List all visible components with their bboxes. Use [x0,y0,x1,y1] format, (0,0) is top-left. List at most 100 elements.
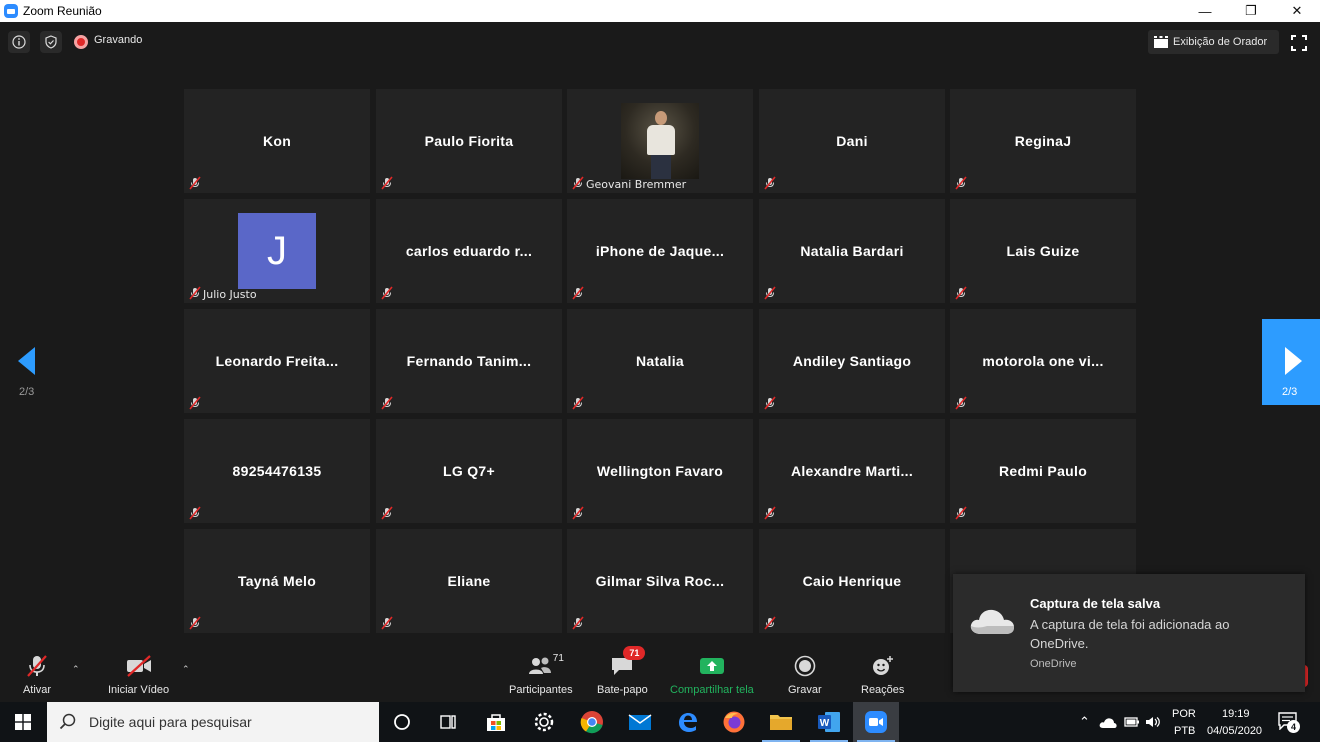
audio-options-caret-icon[interactable]: ⌃ [72,664,80,675]
record-button[interactable]: Gravar [788,652,822,696]
edge-button[interactable] [664,702,710,742]
word-button[interactable]: W [806,702,852,742]
settings-button[interactable] [521,702,567,742]
mail-icon [628,714,652,730]
store-button[interactable] [473,702,519,742]
minimize-button[interactable]: — [1182,0,1228,22]
action-center-button[interactable]: 4 [1278,712,1300,733]
volume-icon[interactable] [1145,715,1161,729]
reactions-label: Reações [861,684,905,696]
page-indicator-left: 2/3 [19,386,35,398]
screenshot-saved-toast[interactable]: Captura de tela salva A captura de tela … [953,574,1305,692]
folder-icon [770,715,792,730]
participant-name: Caio Henrique [802,573,902,589]
start-video-label: Iniciar Vídeo [108,684,170,696]
participant-tile[interactable]: Lais Guize [950,199,1136,303]
participant-tile[interactable]: Andiley Santiago [759,309,945,413]
cortana-button[interactable] [379,702,425,742]
participant-tile[interactable]: LG Q7+ [376,419,562,523]
participant-name: Geovani Bremmer [586,178,687,191]
zoom-taskbar-button[interactable] [853,702,899,742]
onedrive-tray-icon[interactable] [1099,716,1117,730]
participant-tile[interactable]: Dani [759,89,945,193]
participants-button[interactable]: 71 Participantes [509,652,573,696]
edge-icon [679,713,697,732]
file-explorer-button[interactable] [758,702,804,742]
close-button[interactable]: ✕ [1274,0,1320,22]
firefox-button[interactable] [711,702,757,742]
participant-tile[interactable]: motorola one vi... [950,309,1136,413]
next-page-button[interactable]: 2/3 [1262,319,1320,405]
taskbar-search-box[interactable]: Digite aqui para pesquisar [47,702,379,742]
participant-avatar: J [238,213,316,289]
participant-tile[interactable]: Gilmar Silva Roc... [567,529,753,633]
participant-tile[interactable]: ReginaJ [950,89,1136,193]
participant-tile[interactable]: Fernando Tanim... [376,309,562,413]
record-label: Gravar [788,684,822,696]
search-icon [59,713,76,730]
participant-tile[interactable]: Natalia [567,309,753,413]
task-view-button[interactable] [425,702,471,742]
input-language-bottom[interactable]: PTB [1174,725,1195,737]
meeting-info-icon[interactable] [8,31,30,53]
participant-tile[interactable]: Redmi Paulo [950,419,1136,523]
participant-tile[interactable]: Paulo Fiorita [376,89,562,193]
windows-logo-icon [15,714,31,730]
search-placeholder: Digite aqui para pesquisar [89,714,252,730]
clock-time[interactable]: 19:19 [1222,708,1250,720]
battery-icon[interactable] [1124,715,1140,729]
clock-date[interactable]: 04/05/2020 [1207,725,1262,737]
speaker-view-label: Exibição de Orador [1173,36,1268,48]
notification-count: 4 [1287,720,1300,733]
chat-button[interactable]: 71 Bate-papo [597,646,648,696]
participant-tile[interactable]: iPhone de Jaque... [567,199,753,303]
participant-tile[interactable]: Eliane [376,529,562,633]
unmute-button[interactable]: Ativar [22,652,52,696]
participant-name: Leonardo Freita... [215,353,339,369]
reactions-button[interactable]: Reações [861,652,904,696]
share-screen-label: Compartilhar tela [670,684,754,696]
participant-name: carlos eduardo r... [405,243,533,259]
zoom-icon [865,711,887,733]
participant-name: Natalia [635,353,684,369]
participant-name: Tayná Melo [237,573,317,589]
chat-icon: 71 [607,646,646,680]
chat-badge: 71 [623,646,646,660]
participants-icon: 71 [526,652,564,680]
participant-tile[interactable]: J Julio Justo [184,199,370,303]
chrome-button[interactable] [569,702,615,742]
start-video-button[interactable]: Iniciar Vídeo [108,652,169,696]
participant-tile[interactable]: carlos eduardo r... [376,199,562,303]
speaker-view-button[interactable]: Exibição de Orador [1148,30,1279,54]
participant-name: Dani [836,133,868,149]
mail-button[interactable] [617,702,663,742]
participant-tile[interactable]: Kon [184,89,370,193]
meeting-topbar: Gravando Exibição de Orador [0,22,1320,62]
share-screen-button[interactable]: Compartilhar tela [670,652,754,696]
onedrive-cloud-icon [970,609,1014,634]
fullscreen-icon[interactable] [1291,35,1307,51]
participant-tile[interactable]: Caio Henrique [759,529,945,633]
tray-chevron-icon[interactable]: ⌃ [1079,714,1090,730]
video-options-caret-icon[interactable]: ⌃ [182,664,190,675]
participant-tile[interactable]: 89254476135 [184,419,370,523]
previous-page-button[interactable]: 2/3 [0,319,56,405]
reactions-icon [868,652,898,680]
toast-title: Captura de tela salva [1030,596,1161,611]
participant-tile[interactable]: Alexandre Marti... [759,419,945,523]
participant-name: LG Q7+ [443,463,495,479]
recording-dot-icon [74,35,88,49]
start-button[interactable] [0,702,46,742]
arrow-right-icon [1285,347,1302,375]
shield-icon[interactable] [40,31,62,53]
participant-tile[interactable]: Geovani Bremmer [567,89,753,193]
participant-tile[interactable]: Leonardo Freita... [184,309,370,413]
input-language-top[interactable]: POR [1172,708,1196,720]
participant-tile[interactable]: Natalia Bardari [759,199,945,303]
word-icon: W [818,712,840,732]
participant-name: Wellington Favaro [596,463,724,479]
participant-tile[interactable]: Tayná Melo [184,529,370,633]
toast-body: A captura de tela foi adicionada ao OneD… [1030,617,1230,651]
restore-button[interactable]: ❐ [1228,0,1274,22]
participant-tile[interactable]: Wellington Favaro [567,419,753,523]
